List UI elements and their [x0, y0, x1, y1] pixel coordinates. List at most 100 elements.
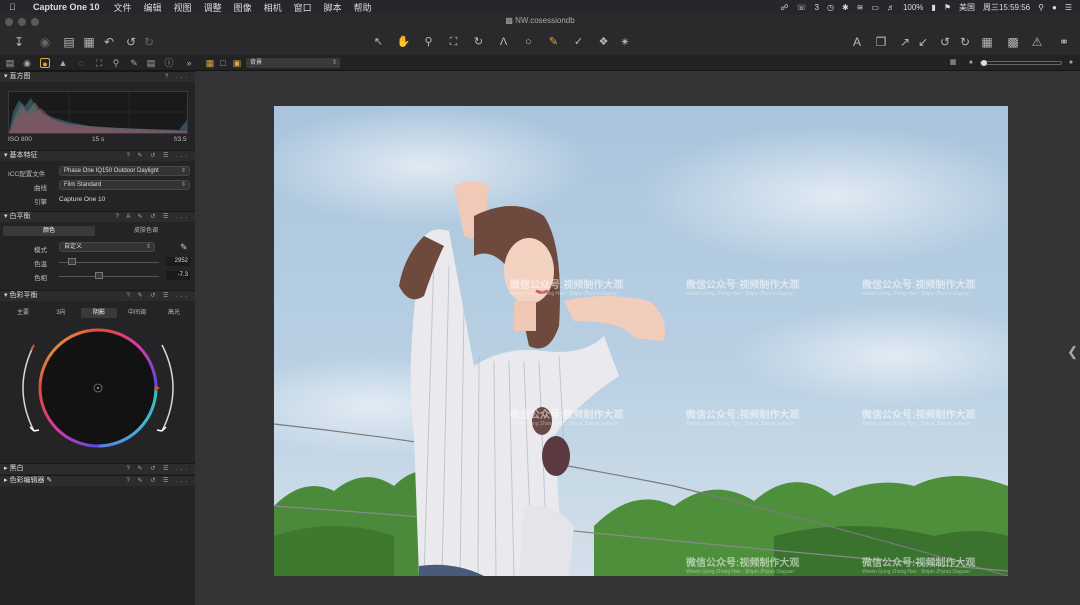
- tab-cb-master[interactable]: 主要: [5, 308, 41, 318]
- time-machine-icon[interactable]: ◷: [827, 3, 834, 12]
- histogram-controls[interactable]: ? ...: [165, 72, 190, 82]
- wifi-icon[interactable]: ≋: [857, 3, 864, 12]
- zoom-slider[interactable]: [980, 60, 1062, 66]
- siri-icon[interactable]: ●: [1052, 3, 1057, 12]
- menu-window[interactable]: 窗口: [294, 1, 312, 14]
- color-editor-controls[interactable]: ? ✎ ↺ ☰ ...: [127, 476, 190, 486]
- tint-value[interactable]: -7.3: [166, 271, 190, 280]
- bluetooth-icon[interactable]: ✱: [842, 3, 849, 12]
- camera-capture-icon[interactable]: ◉: [38, 34, 52, 50]
- wechat-icon[interactable]: ☏: [797, 3, 807, 12]
- library-tab-icon[interactable]: ▤: [5, 58, 15, 68]
- composition-tab-icon[interactable]: ⛶: [94, 58, 104, 68]
- filmstrip-view-icon[interactable]: ▦: [948, 58, 958, 68]
- import-icon[interactable]: ↧: [12, 34, 26, 50]
- black-white-controls[interactable]: ? ✎ ↺ ☰ ...: [127, 464, 190, 474]
- kelvin-slider-knob[interactable]: [68, 258, 76, 265]
- menu-view[interactable]: 视图: [174, 1, 192, 14]
- tab-cb-3way[interactable]: 3向: [43, 308, 79, 318]
- folder-icon[interactable]: ▤: [62, 34, 76, 50]
- tab-cb-highlights[interactable]: 高光: [156, 308, 192, 318]
- kelvin-value[interactable]: 2952: [166, 257, 190, 266]
- color-balance-controls[interactable]: ? ✎ ↺ ☰ ...: [127, 291, 190, 301]
- battery-text[interactable]: 100%: [903, 3, 923, 12]
- airplay-icon[interactable]: ▭: [871, 3, 879, 12]
- menubar-clock[interactable]: 周三15:59:56: [983, 2, 1030, 13]
- spot-removal-icon[interactable]: ○: [518, 34, 539, 50]
- rotate-cursor-icon[interactable]: ↻: [468, 34, 489, 50]
- apply-adjust-icon[interactable]: ↗: [898, 34, 912, 50]
- wb-mode-select[interactable]: 自定义 ⇕: [59, 242, 155, 252]
- menu-adjust[interactable]: 调整: [204, 1, 222, 14]
- local-adjust-tab-icon[interactable]: ✎: [129, 58, 139, 68]
- person-icon[interactable]: ♠: [966, 58, 976, 68]
- metadata-tab-icon[interactable]: ⓘ: [164, 58, 174, 68]
- icc-profile-select[interactable]: Phase One IQ150 Outdoor Daylight ⇕: [59, 166, 190, 176]
- exposure-tab-icon[interactable]: ▲: [58, 58, 68, 68]
- notification-icon[interactable]: ☰: [1065, 3, 1072, 12]
- tab-wb-color[interactable]: 颜色: [3, 226, 95, 236]
- tint-slider[interactable]: [59, 276, 159, 277]
- zoom-in-icon[interactable]: ♠: [1066, 58, 1076, 68]
- adjustments-tab-icon[interactable]: ▤: [146, 58, 156, 68]
- basic-controls[interactable]: ? ✎ ↺ ☰ ...: [127, 151, 190, 161]
- photo-preview[interactable]: 微信公众号:视频制作大观 Weixin Gong Zhong Hao : Ship…: [274, 106, 1008, 576]
- select-cursor-icon[interactable]: ↖: [368, 34, 389, 50]
- lens-tab-icon[interactable]: ◌: [76, 58, 86, 68]
- menu-camera[interactable]: 相机: [264, 1, 282, 14]
- color-balance-header[interactable]: ▾ 色彩平衡 ? ✎ ↺ ☰ ...: [0, 290, 195, 301]
- rotate-right-icon[interactable]: ↻: [958, 34, 972, 50]
- details-tab-icon[interactable]: ⚲: [111, 58, 121, 68]
- undo-icon[interactable]: ↶: [102, 34, 116, 50]
- exposure-warning-icon[interactable]: ⚠: [1030, 34, 1044, 50]
- keystone-cursor-icon[interactable]: Λ: [493, 34, 514, 50]
- layer-mask-icon[interactable]: □: [218, 58, 228, 68]
- pick-adjust-icon[interactable]: ↙: [916, 34, 930, 50]
- grid-overlay-icon[interactable]: ▩: [1006, 34, 1020, 50]
- more-tabs-icon[interactable]: »: [184, 58, 194, 68]
- proof-glasses-icon[interactable]: ⚭: [1054, 34, 1074, 50]
- menu-help[interactable]: 帮助: [354, 1, 372, 14]
- menu-script[interactable]: 脚本: [324, 1, 342, 14]
- spotlight-icon[interactable]: ⚲: [1038, 3, 1044, 12]
- loupe-cursor-icon[interactable]: ⚲: [418, 34, 439, 50]
- eraser-cursor-icon[interactable]: ❖: [593, 34, 614, 50]
- tab-cb-shadows[interactable]: 阴影: [81, 308, 117, 318]
- tab-cb-midtones[interactable]: 中间调: [119, 308, 155, 318]
- app-menu[interactable]: Capture One 10: [33, 2, 100, 12]
- histogram-header[interactable]: ▾ 直方图 ? ...: [0, 71, 195, 82]
- apple-icon[interactable]: : [9, 2, 23, 12]
- redo-icon[interactable]: ↻: [142, 34, 156, 50]
- white-balance-controls[interactable]: ? A ✎ ↺ ☰ ...: [116, 212, 190, 222]
- capture-tab-icon[interactable]: ◉: [22, 58, 32, 68]
- white-balance-header[interactable]: ▾ 白平衡 ? A ✎ ↺ ☰ ...: [0, 211, 195, 222]
- layer-fill-icon[interactable]: ▣: [232, 58, 242, 68]
- browser-toggle-chevron-icon[interactable]: ❮: [1067, 344, 1078, 360]
- color-wheel[interactable]: [18, 327, 182, 449]
- undo-step-icon[interactable]: ↺: [124, 34, 138, 50]
- color-editor-header[interactable]: ▸ 色彩编辑器 ✎ ? ✎ ↺ ☰ ...: [0, 475, 195, 486]
- menu-file[interactable]: 文件: [114, 1, 132, 14]
- tint-slider-knob[interactable]: [95, 272, 103, 279]
- color-picker-icon[interactable]: ✓: [568, 34, 589, 50]
- tab-wb-skin[interactable]: 皮肤色调: [100, 226, 192, 236]
- basic-header[interactable]: ▾ 基本特征 ? ✎ ↺ ☰ ...: [0, 150, 195, 161]
- volume-icon[interactable]: ♬: [887, 3, 895, 12]
- color-tab-icon[interactable]: ●: [40, 58, 50, 69]
- zoom-slider-knob[interactable]: [981, 60, 987, 66]
- pan-cursor-icon[interactable]: ✋: [393, 34, 414, 50]
- copy-adjust-icon[interactable]: ❐: [874, 34, 888, 50]
- crop-cursor-icon[interactable]: ⛶: [443, 34, 464, 50]
- rotate-left-icon[interactable]: ↺: [938, 34, 952, 50]
- cc-icon[interactable]: ☍: [780, 3, 788, 12]
- layer-brush-icon[interactable]: ▦: [205, 58, 215, 68]
- eyedropper-icon[interactable]: ✎: [180, 242, 188, 253]
- menu-edit[interactable]: 编辑: [144, 1, 162, 14]
- black-white-header[interactable]: ▸ 黑白 ? ✎ ↺ ☰ ...: [0, 463, 195, 474]
- trash-icon[interactable]: ▦: [82, 34, 96, 50]
- curve-select[interactable]: Film Standard ⇕: [59, 180, 190, 190]
- auto-adjust-icon[interactable]: A: [850, 34, 864, 50]
- brush-cursor-icon[interactable]: ✎: [543, 34, 564, 50]
- grid-view-icon[interactable]: ▦: [980, 34, 994, 50]
- layer-select[interactable]: 背景 ⇕: [246, 58, 340, 68]
